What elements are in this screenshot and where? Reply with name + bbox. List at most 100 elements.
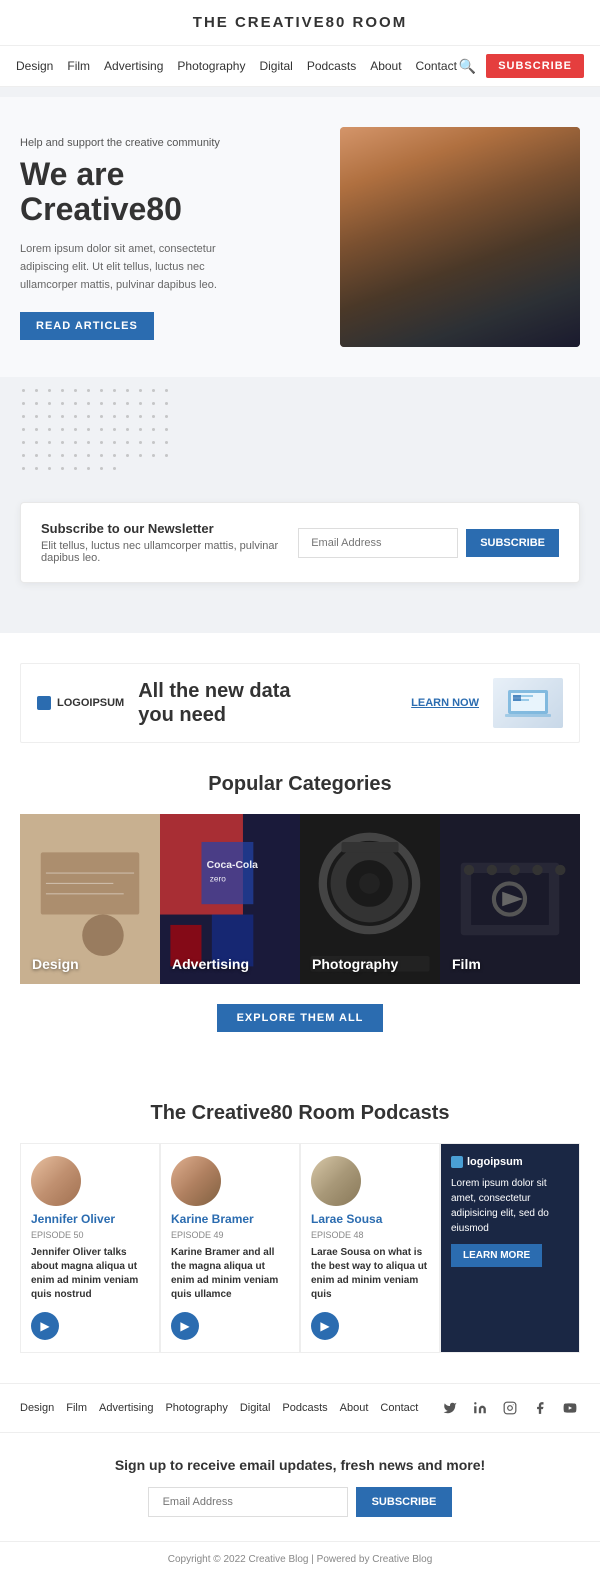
newsletter-email-input[interactable] [298,528,458,558]
category-film[interactable]: Film [440,814,580,984]
hero-image-inner [340,127,580,347]
podcast-avatar-img-3 [311,1156,361,1206]
dot [165,454,168,457]
dot-pattern [0,377,200,482]
dark-card-logo: logoipsum [451,1156,569,1168]
dot [113,441,116,444]
dot [35,402,38,405]
podcast-desc-1: Jennifer Oliver talks about magna aliqua… [31,1246,149,1302]
category-advertising[interactable]: Coca-Cola zero Advertising [160,814,300,984]
popular-categories: Popular Categories Design [0,773,600,1032]
podcast-host-3: Larae Sousa [311,1212,429,1226]
dot [61,389,64,392]
nav-subscribe-button[interactable]: SUBSCRIBE [486,54,584,78]
ad-laptop-icon [503,686,553,721]
newsletter-banner: Subscribe to our Newsletter Elit tellus,… [20,502,580,583]
search-button[interactable]: 🔍 [459,58,476,75]
dot [87,415,90,418]
dot [100,428,103,431]
category-photography-label: Photography [312,956,398,972]
dot [126,389,129,392]
footer-contact[interactable]: Contact [380,1402,418,1414]
nav-advertising[interactable]: Advertising [104,59,163,73]
nav-podcasts[interactable]: Podcasts [307,59,356,73]
dark-card-learn-more-button[interactable]: LEARN MORE [451,1244,542,1267]
svg-text:zero: zero [210,873,227,883]
footer-about[interactable]: About [340,1402,369,1414]
dot [74,467,77,470]
footer-podcasts[interactable]: Podcasts [282,1402,327,1414]
footer-email-input[interactable] [148,1487,348,1517]
nav-film[interactable]: Film [67,59,90,73]
nav-design[interactable]: Design [16,59,53,73]
nav-contact[interactable]: Contact [416,59,457,73]
footer-advertising[interactable]: Advertising [99,1402,153,1414]
dot [126,415,129,418]
podcast-play-button-3[interactable]: ▶ [311,1312,339,1340]
hero-description: Lorem ipsum dolor sit amet, consectetur … [20,241,240,294]
newsletter-desc: Elit tellus, luctus nec ullamcorper matt… [41,540,298,564]
dot [152,402,155,405]
dot [87,402,90,405]
dot [61,415,64,418]
read-articles-button[interactable]: READ ARTICLES [20,312,154,340]
footer-film[interactable]: Film [66,1402,87,1414]
dot [48,402,51,405]
dot [100,467,103,470]
dot [48,454,51,457]
footer-photography[interactable]: Photography [165,1402,227,1414]
dot [126,402,129,405]
newsletter-subscribe-button[interactable]: SUBSCRIBE [466,529,559,557]
podcast-desc-3: Larae Sousa on what is the best way to a… [311,1246,429,1302]
dot [152,428,155,431]
nav-photography[interactable]: Photography [177,59,245,73]
dot [100,402,103,405]
podcast-avatar-img-1 [31,1156,81,1206]
podcast-episode-3: EPISODE 48 [311,1230,429,1240]
footer-nav-links: Design Film Advertising Photography Digi… [20,1402,418,1414]
dot [74,389,77,392]
twitter-icon[interactable] [440,1398,460,1418]
dot [152,441,155,444]
ad-banner: LOGOIPSUM All the new data you need LEAR… [20,663,580,743]
dot [139,415,142,418]
youtube-icon[interactable] [560,1398,580,1418]
linkedin-icon[interactable] [470,1398,490,1418]
facebook-icon[interactable] [530,1398,550,1418]
learn-now-link[interactable]: LEARN NOW [411,697,479,709]
dot [22,415,25,418]
podcast-episode-1: EPISODE 50 [31,1230,149,1240]
dot [61,402,64,405]
dot [113,402,116,405]
hero-tagline: Help and support the creative community [20,137,320,149]
instagram-icon[interactable] [500,1398,520,1418]
hero-image [340,127,580,347]
hero-content: Help and support the creative community … [20,127,340,377]
footer-digital[interactable]: Digital [240,1402,271,1414]
podcast-play-button-1[interactable]: ▶ [31,1312,59,1340]
dot [35,428,38,431]
dot [126,441,129,444]
dot [48,467,51,470]
dot [35,389,38,392]
category-design[interactable]: Design [20,814,160,984]
explore-all-button[interactable]: EXPLORE THEM ALL [217,1004,384,1032]
podcast-dark-card: logoipsum Lorem ipsum dolor sit amet, co… [440,1143,580,1353]
nav-digital[interactable]: Digital [259,59,292,73]
social-icons [440,1398,580,1418]
dot [87,389,90,392]
category-design-label: Design [32,956,79,972]
dot [113,389,116,392]
footer-subscribe-button[interactable]: SUBSCRIBE [356,1487,453,1517]
nav-about[interactable]: About [370,59,401,73]
dot [113,415,116,418]
dot [126,428,129,431]
podcast-play-button-2[interactable]: ▶ [171,1312,199,1340]
footer-design[interactable]: Design [20,1402,54,1414]
category-photography[interactable]: Photography [300,814,440,984]
podcast-card-2: Karine Bramer EPISODE 49 Karine Bramer a… [160,1143,300,1353]
dark-card-text: Lorem ipsum dolor sit amet, consectetur … [451,1176,569,1236]
footer-newsletter: Sign up to receive email updates, fresh … [0,1432,600,1541]
category-film-label: Film [452,956,481,972]
dot [126,454,129,457]
